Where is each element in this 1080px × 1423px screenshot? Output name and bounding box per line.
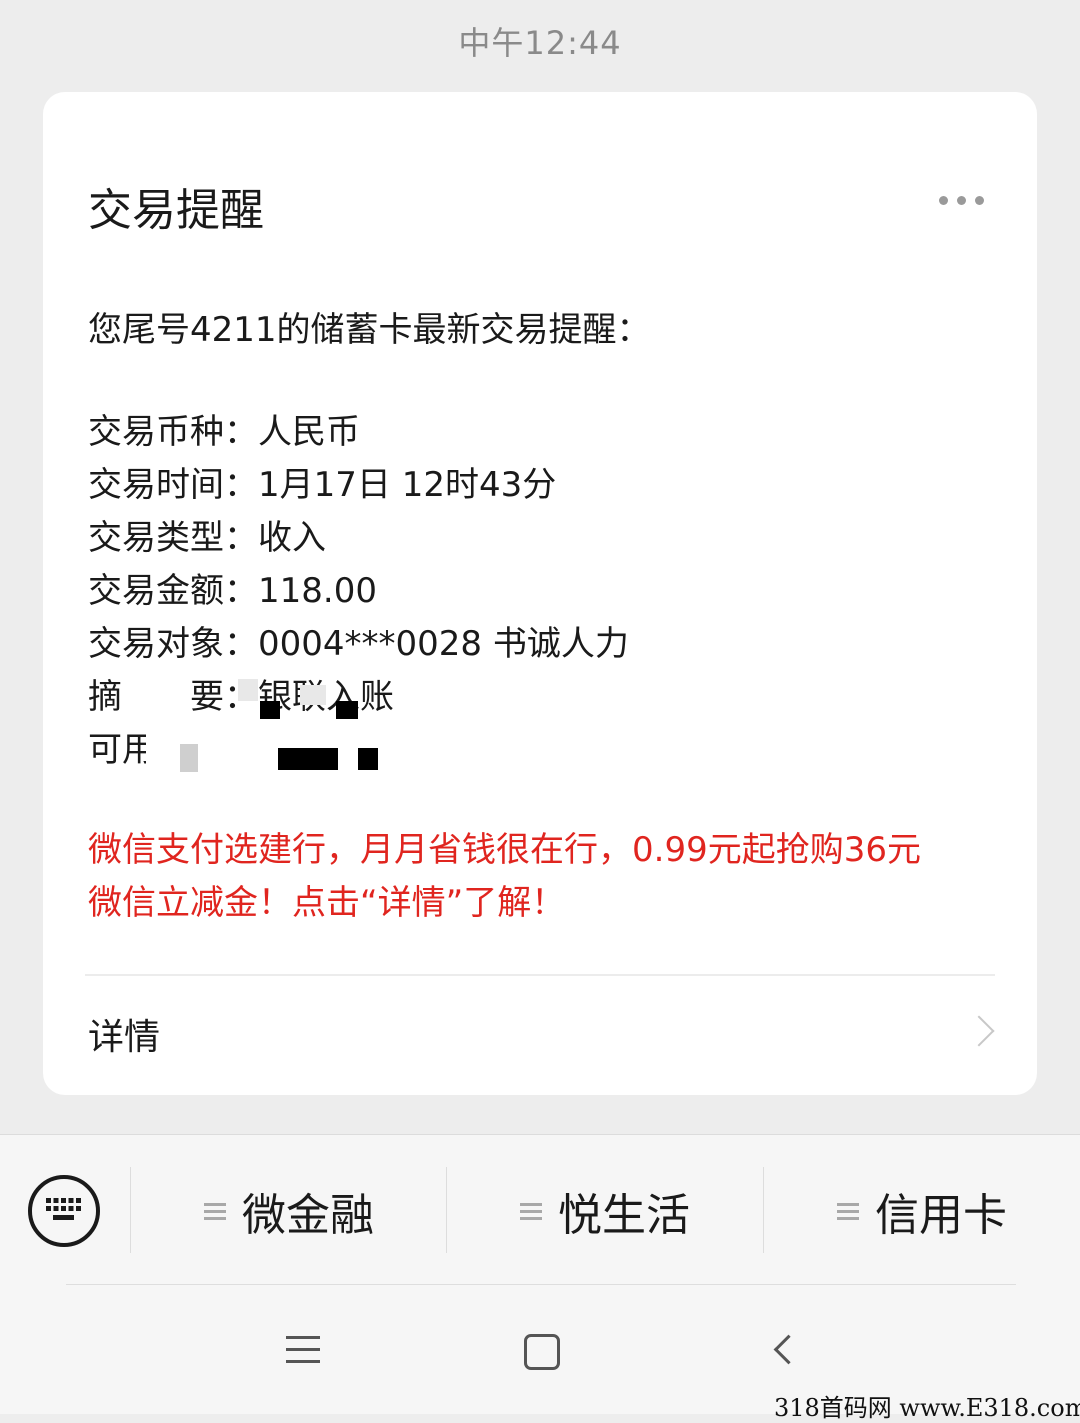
field-label: 交易对象: [88, 624, 224, 664]
field-row-currency: 交易币种：人民币: [88, 406, 629, 459]
transaction-card: 交易提醒 您尾号4211的储蓄卡最新交易提醒： 交易币种：人民币 交易时间：1月…: [43, 92, 1037, 1095]
menu-icon[interactable]: [286, 1336, 320, 1366]
field-row-summary: 摘 要：银联入账: [88, 671, 629, 724]
more-horizontal-icon: [938, 195, 984, 205]
home-icon[interactable]: [524, 1334, 560, 1370]
keyboard-icon: [46, 1198, 81, 1220]
menu-divider: [130, 1167, 131, 1253]
field-label: 交易类型: [88, 518, 224, 558]
menu-item-yue-shenghuo[interactable]: 悦生活: [448, 1171, 762, 1251]
menu-divider: [446, 1167, 447, 1253]
back-icon[interactable]: [773, 1334, 804, 1365]
intro-text: 您尾号4211的储蓄卡最新交易提醒：: [88, 310, 651, 350]
field-label: 交易金额: [88, 571, 224, 611]
menu-item-label: 信用卡: [875, 1190, 1007, 1241]
field-row-counterparty: 交易对象：0004***0028 书诚人力: [88, 618, 629, 671]
field-row-balance: 可用余额: [88, 724, 629, 777]
bottom-menu-bar: 微金融 悦生活 信用卡: [0, 1134, 1080, 1287]
card-title: 交易提醒: [88, 185, 264, 236]
keyboard-toggle-button[interactable]: [28, 1175, 100, 1247]
menu-item-label: 悦生活: [558, 1190, 690, 1241]
menu-divider: [763, 1167, 764, 1253]
field-label: 摘 要: [88, 677, 224, 717]
redaction-mosaic: [300, 685, 326, 705]
details-link[interactable]: 详情: [43, 976, 1037, 1095]
menu-item-label: 微金融: [242, 1190, 374, 1241]
redaction-mosaic: [260, 701, 280, 719]
field-row-amount: 交易金额：118.00: [88, 565, 629, 618]
timestamp: 中午12:44: [458, 24, 622, 62]
transaction-fields: 交易币种：人民币 交易时间：1月17日 12时43分 交易类型：收入 交易金额：…: [88, 406, 629, 777]
field-value: 0004***0028 书诚人力: [258, 624, 629, 664]
redaction-mosaic: [358, 748, 378, 770]
redaction-mosaic: [336, 701, 358, 719]
more-button[interactable]: [931, 188, 991, 212]
field-value: 118.00: [258, 571, 377, 611]
field-label: 交易时间: [88, 465, 224, 505]
redaction-mosaic: [238, 679, 258, 701]
menu-lines-icon: [520, 1199, 542, 1224]
divider: [66, 1284, 1016, 1285]
details-label: 详情: [88, 1017, 161, 1058]
menu-item-credit-card[interactable]: 信用卡: [765, 1171, 1079, 1251]
field-row-time: 交易时间：1月17日 12时43分: [88, 459, 629, 512]
field-value: 人民币: [258, 412, 360, 452]
redaction-mosaic: [278, 748, 338, 770]
redaction-mosaic: [180, 744, 198, 772]
field-value: 1月17日 12时43分: [258, 465, 557, 505]
chevron-right-icon: [963, 1015, 995, 1047]
menu-lines-icon: [837, 1199, 859, 1224]
watermark: 318首码网 www.E318.com: [774, 1394, 1080, 1422]
promo-text: 微信支付选建行，月月省钱很在行，0.99元起抢购36元 微信立减金！点击“详情”…: [88, 824, 1008, 930]
field-row-type: 交易类型：收入: [88, 512, 629, 565]
promo-line: 微信立减金！点击“详情”了解！: [88, 883, 566, 923]
menu-item-wei-jinrong[interactable]: 微金融: [132, 1171, 446, 1251]
field-label: 交易币种: [88, 412, 224, 452]
promo-line: 微信支付选建行，月月省钱很在行，0.99元起抢购36元: [88, 830, 921, 870]
menu-lines-icon: [204, 1199, 226, 1224]
field-value: 收入: [258, 518, 326, 558]
